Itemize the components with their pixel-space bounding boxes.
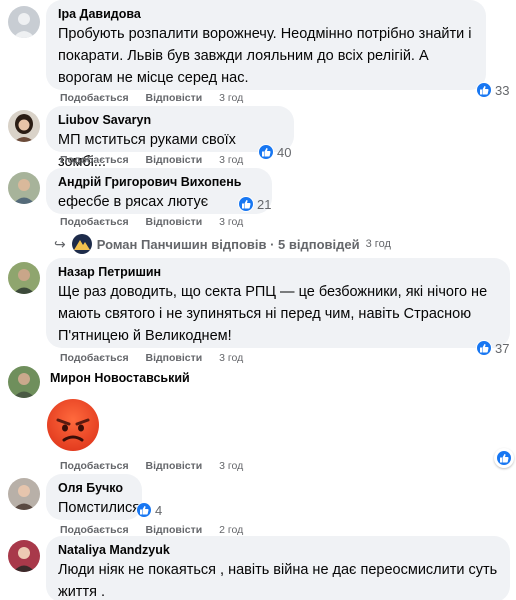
comment-time[interactable]: 3 год xyxy=(219,154,243,166)
reply-button[interactable]: Відповісти xyxy=(146,92,203,104)
avatar[interactable] xyxy=(8,6,40,38)
reaction-count[interactable]: 40 xyxy=(258,144,291,160)
comment-bubble: Liubov Savaryn МП мститься руками своїх … xyxy=(46,106,294,170)
comment-actions: Подобається Відповісти 2 год xyxy=(60,524,243,536)
reaction-count-value: 4 xyxy=(155,502,163,518)
like-button[interactable]: Подобається xyxy=(60,154,129,166)
reaction-count-value: 33 xyxy=(495,82,510,98)
comment-author[interactable]: Іра Давидова xyxy=(58,6,474,23)
avatar[interactable] xyxy=(8,110,40,142)
comment-text: Пробують розпалити ворожнечу. Неодмінно … xyxy=(58,26,472,86)
reply-button[interactable]: Відповісти xyxy=(146,524,203,536)
like-reaction-icon xyxy=(476,82,492,98)
comment-actions: Подобається Відповісти 3 год xyxy=(60,460,243,472)
comment-author[interactable]: Liubov Savaryn xyxy=(58,112,282,129)
comment-text: ефесбе в рясах лютує xyxy=(58,194,209,210)
comment-text: Помстилися xyxy=(58,500,141,516)
like-reaction-icon xyxy=(476,340,492,356)
reaction-count-value: 40 xyxy=(277,144,292,160)
avatar[interactable] xyxy=(8,172,40,204)
comment-actions: Подобається Відповісти 3 год xyxy=(60,92,243,104)
like-button[interactable]: Подобається xyxy=(60,352,129,364)
like-reaction-icon xyxy=(238,196,254,212)
comment-time[interactable]: 3 год xyxy=(219,216,243,228)
like-reaction-icon xyxy=(496,450,512,466)
view-replies-link[interactable]: ↪ Роман Панчишин відповів · 5 відповідей… xyxy=(54,234,391,254)
avatar[interactable] xyxy=(8,366,40,398)
comment-time[interactable]: 3 год xyxy=(219,352,243,364)
reply-button[interactable]: Відповісти xyxy=(146,154,203,166)
like-button[interactable]: Подобається xyxy=(60,216,129,228)
reaction-count[interactable]: 4 xyxy=(136,502,162,518)
like-button[interactable]: Подобається xyxy=(60,92,129,104)
comment-author[interactable]: Оля Бучко xyxy=(58,480,130,497)
reaction-count-value: 21 xyxy=(257,196,272,212)
comment-bubble: Іра Давидова Пробують розпалити ворожнеч… xyxy=(46,0,486,90)
comment-bubble: Nataliya Mandzyuk Люди ніяк не покаяться… xyxy=(46,536,510,600)
reaction-count[interactable]: 33 xyxy=(476,82,509,98)
like-reaction-icon xyxy=(258,144,274,160)
comment-time[interactable]: 3 год xyxy=(219,92,243,104)
angry-face-sticker xyxy=(47,399,99,451)
reaction-count[interactable]: 21 xyxy=(238,196,271,212)
replies-time: 3 год xyxy=(365,238,391,250)
comment-text: МП мститься руками своїх зомбі... xyxy=(58,132,236,170)
replies-label[interactable]: Роман Панчишин відповів · 5 відповідей xyxy=(97,237,360,252)
comment-time[interactable]: 2 год xyxy=(219,524,243,536)
reply-button[interactable]: Відповісти xyxy=(146,352,203,364)
comment-author[interactable]: Мирон Новоставський xyxy=(50,370,190,387)
comment-text: Ще раз доводить, що секта РПЦ — це безбо… xyxy=(58,284,488,344)
comment-text: Люди ніяк не покаяться , навіть війна не… xyxy=(58,562,498,600)
comment-actions: Подобається Відповісти 3 год xyxy=(60,352,243,364)
reply-avatar xyxy=(71,234,92,254)
reply-arrow-icon: ↪ xyxy=(54,235,66,252)
avatar[interactable] xyxy=(8,478,40,510)
comment-bubble: Назар Петришин Ще раз доводить, що секта… xyxy=(46,258,510,348)
comment-author[interactable]: Андрій Григорович Вихопень xyxy=(58,174,260,191)
avatar[interactable] xyxy=(8,262,40,294)
like-button[interactable]: Подобається xyxy=(60,524,129,536)
comment-author-wrap: Мирон Новоставський xyxy=(50,370,190,387)
comment-time[interactable]: 3 год xyxy=(219,460,243,472)
reaction-count[interactable] xyxy=(494,448,514,468)
comment-author[interactable]: Назар Петришин xyxy=(58,264,498,281)
reaction-count[interactable]: 37 xyxy=(476,340,509,356)
comment-actions: Подобається Відповісти 3 год xyxy=(60,154,243,166)
comment-author[interactable]: Nataliya Mandzyuk xyxy=(58,542,498,559)
comment-bubble: Оля Бучко Помстилися xyxy=(46,474,142,520)
avatar[interactable] xyxy=(8,540,40,572)
reply-button[interactable]: Відповісти xyxy=(146,460,203,472)
reply-button[interactable]: Відповісти xyxy=(146,216,203,228)
reaction-count-value: 37 xyxy=(495,340,510,356)
like-reaction-icon xyxy=(136,502,152,518)
like-button[interactable]: Подобається xyxy=(60,460,129,472)
comment-actions: Подобається Відповісти 3 год xyxy=(60,216,243,228)
